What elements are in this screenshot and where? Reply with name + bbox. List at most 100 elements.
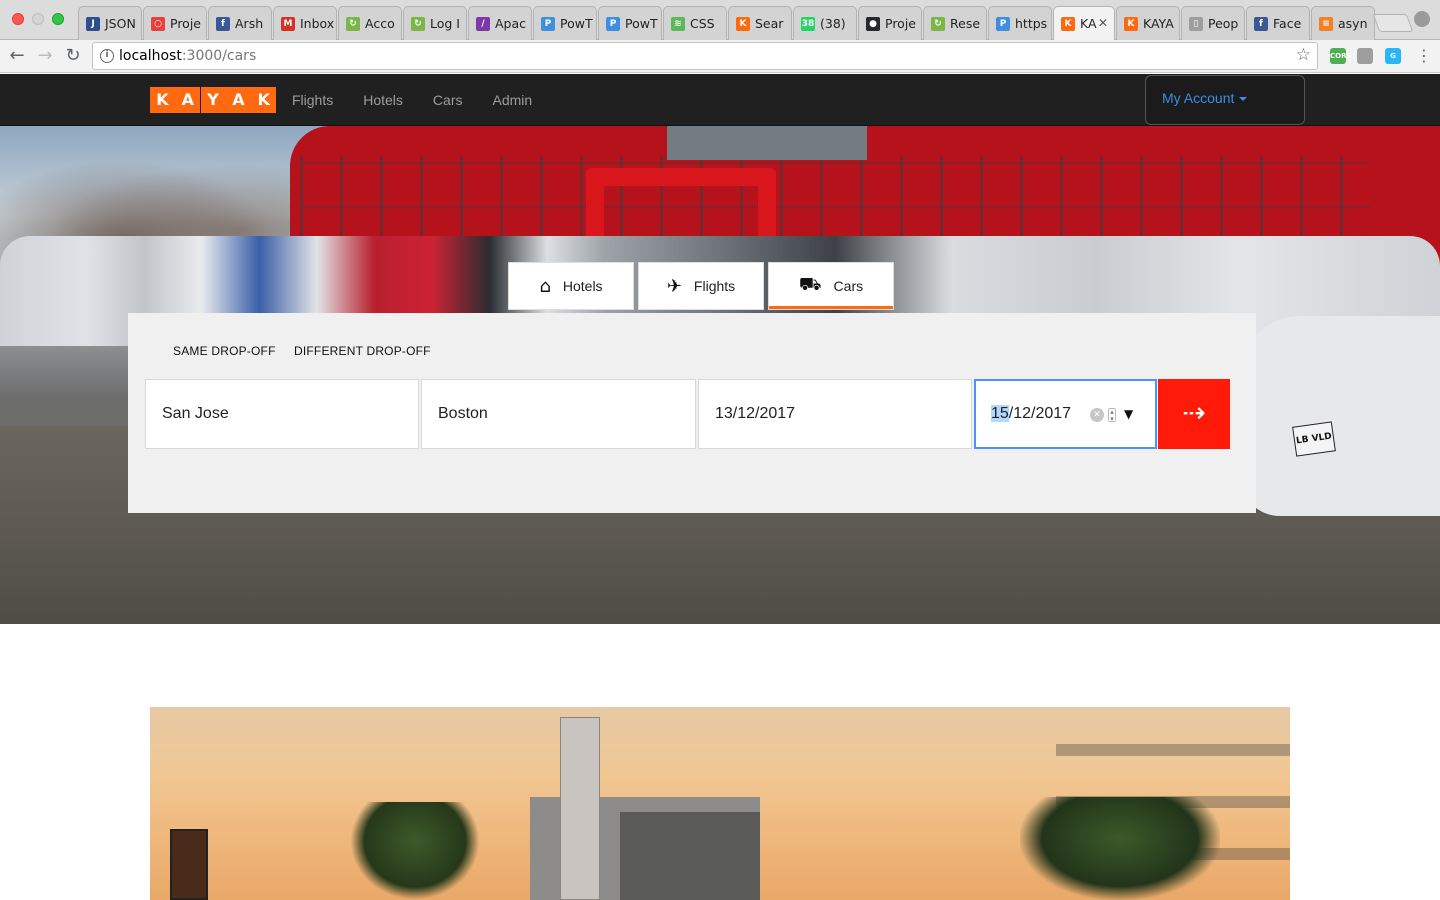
- app-navbar: KAYAK Flights Hotels Cars Admin My Account: [0, 74, 1440, 126]
- cors-extension-icon[interactable]: CORS: [1330, 48, 1352, 64]
- browser-tab[interactable]: J JSON: [78, 6, 142, 40]
- tab-title: CSS: [690, 16, 715, 31]
- browser-tabstrip: J JSON ○ Proje f Arsh M Inbox ↻ Acco ↻ Log I / Apac P P…: [0, 0, 1440, 40]
- browser-tab[interactable]: P PowT: [598, 6, 662, 40]
- browser-tab[interactable]: f Arsh: [208, 6, 272, 40]
- window-close-button[interactable]: [12, 13, 24, 25]
- tab-title: PowT: [560, 16, 593, 31]
- browser-profile-icon[interactable]: [1414, 11, 1430, 27]
- tab-favicon-icon: J: [86, 16, 100, 31]
- nav-link-hotels[interactable]: Hotels: [363, 92, 403, 108]
- airplane-icon: ✈: [666, 275, 682, 297]
- search-type-tabs: ⌂ Hotels ✈ Flights ⛟ Cars: [508, 262, 898, 310]
- back-arrow-icon[interactable]: ←: [6, 45, 28, 67]
- browser-tabs: J JSON ○ Proje f Arsh M Inbox ↻ Acco ↻ Log I / Apac P P…: [78, 6, 1376, 40]
- browser-menu-icon[interactable]: ⋮: [1416, 46, 1432, 65]
- pickup-location-input[interactable]: San Jose: [145, 379, 419, 449]
- tab-title: Rese: [950, 16, 981, 31]
- tab-favicon-icon: ●: [866, 16, 880, 31]
- dropoff-date-input[interactable]: 15/12/2017 ✕ ▴ ▾ ▼: [974, 379, 1157, 449]
- browser-tab[interactable]: ○ Proje: [143, 6, 207, 40]
- dropoff-date-value: 15/12/2017: [991, 405, 1071, 423]
- window-maximize-button[interactable]: [52, 13, 64, 25]
- different-dropoff-option[interactable]: DIFFERENT DROP-OFF: [294, 344, 431, 358]
- browser-tab[interactable]: ↻ Log I: [403, 6, 467, 40]
- tab-title: Arsh: [235, 16, 264, 31]
- destination-image: [150, 707, 1290, 900]
- browser-tab[interactable]: P PowT: [533, 6, 597, 40]
- clear-date-icon[interactable]: ✕: [1090, 408, 1104, 422]
- search-tab-flights[interactable]: ✈ Flights: [638, 262, 764, 310]
- dropoff-date-selected-segment: 15: [991, 405, 1009, 422]
- search-tab-label: Flights: [693, 278, 736, 294]
- tab-title: Proje: [885, 16, 916, 31]
- search-tab-hotels[interactable]: ⌂ Hotels: [508, 262, 634, 310]
- tab-favicon-icon: K: [1124, 16, 1138, 31]
- hotel-bed-icon: ⌂: [539, 275, 551, 297]
- site-info-icon[interactable]: i: [100, 49, 114, 63]
- browser-tab[interactable]: ● Proje: [858, 6, 922, 40]
- nav-link-cars[interactable]: Cars: [433, 92, 463, 108]
- address-bar[interactable]: i localhost:3000/cars ☆: [92, 42, 1318, 70]
- tab-title: https: [1015, 16, 1048, 31]
- browser-tab[interactable]: / Apac: [468, 6, 532, 40]
- browser-tab[interactable]: K KA ✕: [1053, 6, 1115, 40]
- date-dropdown-triangle-icon[interactable]: ▼: [1124, 407, 1133, 421]
- profile-extension-icon[interactable]: [1357, 48, 1373, 64]
- car-search-panel: SAME DROP-OFF DIFFERENT DROP-OFF San Jos…: [128, 313, 1256, 513]
- caret-down-icon: [1239, 97, 1248, 102]
- date-spinner-icon[interactable]: ▴ ▾: [1108, 408, 1116, 423]
- search-tab-label: Cars: [833, 278, 864, 294]
- browser-tab[interactable]: Phttps: [988, 6, 1052, 40]
- browser-tab[interactable]: ↻ Rese: [923, 6, 987, 40]
- tab-close-icon[interactable]: ✕: [1098, 16, 1108, 30]
- browser-tab[interactable]: ▯ Peop: [1181, 6, 1245, 40]
- forward-arrow-icon[interactable]: →: [34, 45, 56, 67]
- tab-title: Acco: [365, 16, 395, 31]
- hero-foreground-car: [1240, 316, 1440, 516]
- search-tab-cars[interactable]: ⛟ Cars: [768, 262, 894, 310]
- search-tab-label: Hotels: [562, 278, 603, 294]
- tab-favicon-icon: ○: [151, 16, 165, 31]
- bookmark-star-icon[interactable]: ☆: [1296, 45, 1311, 65]
- search-submit-button[interactable]: ⇢: [1158, 379, 1230, 449]
- hero-license-plate: LB VLD: [1292, 421, 1336, 457]
- grammar-extension-icon[interactable]: G: [1385, 48, 1401, 64]
- kayak-logo[interactable]: KAYAK: [150, 87, 277, 113]
- browser-tab[interactable]: M Inbox: [273, 6, 337, 40]
- tab-title: JSON: [105, 16, 136, 31]
- pickup-date-input[interactable]: 13/12/2017: [698, 379, 972, 449]
- tab-title: PowT: [625, 16, 658, 31]
- tab-title: KAYA: [1143, 16, 1174, 31]
- tab-title: Inbox: [300, 16, 335, 31]
- same-dropoff-option[interactable]: SAME DROP-OFF: [173, 344, 276, 358]
- browser-tab[interactable]: 38 (38): [793, 6, 857, 40]
- window-minimize-button[interactable]: [32, 13, 44, 25]
- reload-icon[interactable]: ↻: [62, 45, 84, 67]
- tab-title: Log I: [430, 16, 460, 31]
- dropoff-location-value: Boston: [438, 405, 488, 422]
- browser-tab[interactable]: ≡ asyn: [1311, 6, 1375, 40]
- dropoff-location-input[interactable]: Boston: [421, 379, 696, 449]
- tab-title: asyn: [1338, 16, 1368, 31]
- tab-title: Peop: [1208, 16, 1239, 31]
- tab-favicon-icon: K: [1061, 16, 1075, 31]
- nav-link-admin[interactable]: Admin: [492, 92, 532, 108]
- nav-link-flights[interactable]: Flights: [292, 92, 333, 108]
- logo-letter: A: [175, 87, 201, 113]
- destination-image-sign: [170, 829, 208, 900]
- car-icon: ⛟: [798, 274, 822, 295]
- main-nav: Flights Hotels Cars Admin: [292, 92, 562, 108]
- tab-favicon-icon: ≋: [671, 16, 685, 31]
- browser-tab[interactable]: K KAYA: [1116, 6, 1180, 40]
- browser-tab[interactable]: ↻ Acco: [338, 6, 402, 40]
- my-account-dropdown[interactable]: My Account: [1145, 75, 1305, 125]
- tab-title: Apac: [495, 16, 527, 31]
- tab-favicon-icon: M: [281, 16, 295, 31]
- browser-tab[interactable]: K Sear: [728, 6, 792, 40]
- browser-tab[interactable]: f Face: [1246, 6, 1310, 40]
- hero-showroom-banner: [667, 126, 867, 160]
- new-tab-button[interactable]: [1372, 14, 1414, 32]
- url-text[interactable]: localhost:3000/cars: [119, 48, 256, 64]
- browser-tab[interactable]: ≋ CSS: [663, 6, 727, 40]
